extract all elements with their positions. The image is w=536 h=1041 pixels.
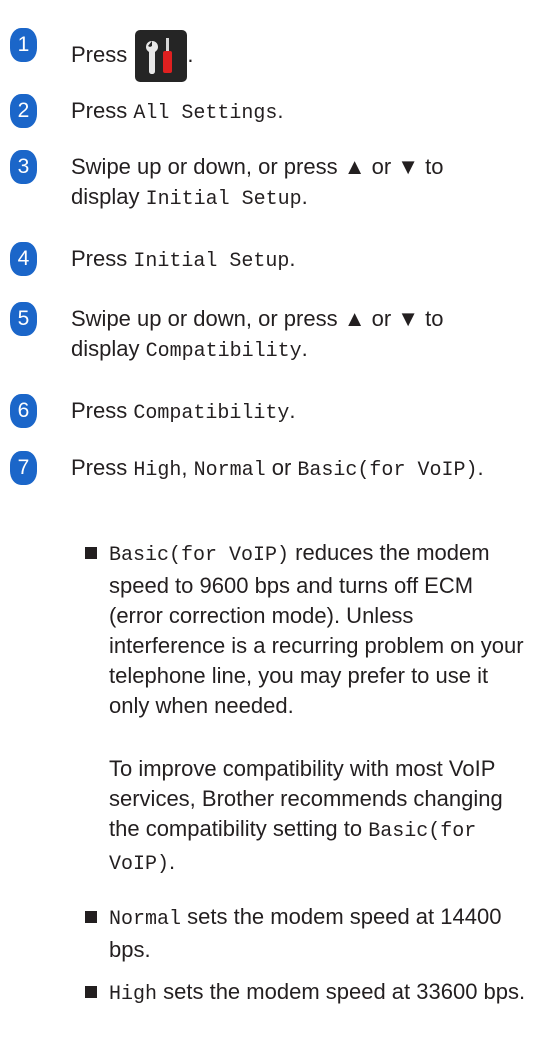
step-text-part: . [301,336,308,361]
step-text-part: . [301,184,308,209]
step-number: 7 [10,451,37,485]
step-text-part: . [277,98,284,123]
menu-option: Normal [109,908,182,931]
menu-option: High [109,983,158,1006]
menu-option: Compatibility [133,402,290,425]
menu-option: Basic(for VoIP) [297,459,478,482]
step-number: 4 [10,242,37,276]
step-text-part: . [187,41,194,67]
step-text-part: . [289,246,296,271]
menu-option: Basic(for VoIP) [109,544,290,567]
step-text-part: Press [71,41,128,67]
step-number: 5 [10,302,37,336]
bullet-paragraph: To improve compatibility with most VoIP … [109,754,529,880]
step-text: Swipe up or down, or press ▲ or ▼ to dis… [71,304,511,367]
step-text: Press . [71,30,511,82]
menu-option: Normal [193,459,266,482]
step-text: Press All Settings. [71,96,511,129]
step-text-part: . [477,455,484,480]
step-text-part: Press [71,398,134,423]
step-text: Press High, Normal or Basic(for VoIP). [71,453,511,486]
step-number: 3 [10,150,37,184]
step-number: 6 [10,394,37,428]
step-text-part: Press [71,455,134,480]
bullet-square [85,547,97,559]
step-number: 1 [10,28,37,62]
bullet-square [85,911,97,923]
step-text: Press Compatibility. [71,396,511,429]
bullet-text: High sets the modem speed at 33600 bps. [109,977,529,1010]
settings-tools-icon [135,30,188,82]
menu-option: All Settings [133,102,278,125]
step-number: 2 [10,94,37,128]
step-text-part: Press [71,246,134,271]
bullet-square [85,986,97,998]
menu-option: Initial Setup [133,250,290,273]
menu-option: Compatibility [145,340,302,363]
menu-option: High [133,459,182,482]
bullet-text-part: sets the modem speed at 33600 bps. [157,979,526,1004]
step-text: Press Initial Setup. [71,244,511,277]
step-text-part: Press [71,98,134,123]
step-text-part: . [289,398,296,423]
bullet-text-part: . [169,849,176,874]
step-text-part: , [181,455,194,480]
bullet-text: Basic(for VoIP) reduces the modem speed … [109,538,529,721]
step-text: Swipe up or down, or press ▲ or ▼ to dis… [71,152,511,215]
bullet-text: Normal sets the modem speed at 14400 bps… [109,902,529,965]
step-text-part: or [265,455,298,480]
menu-option: Initial Setup [145,188,302,211]
